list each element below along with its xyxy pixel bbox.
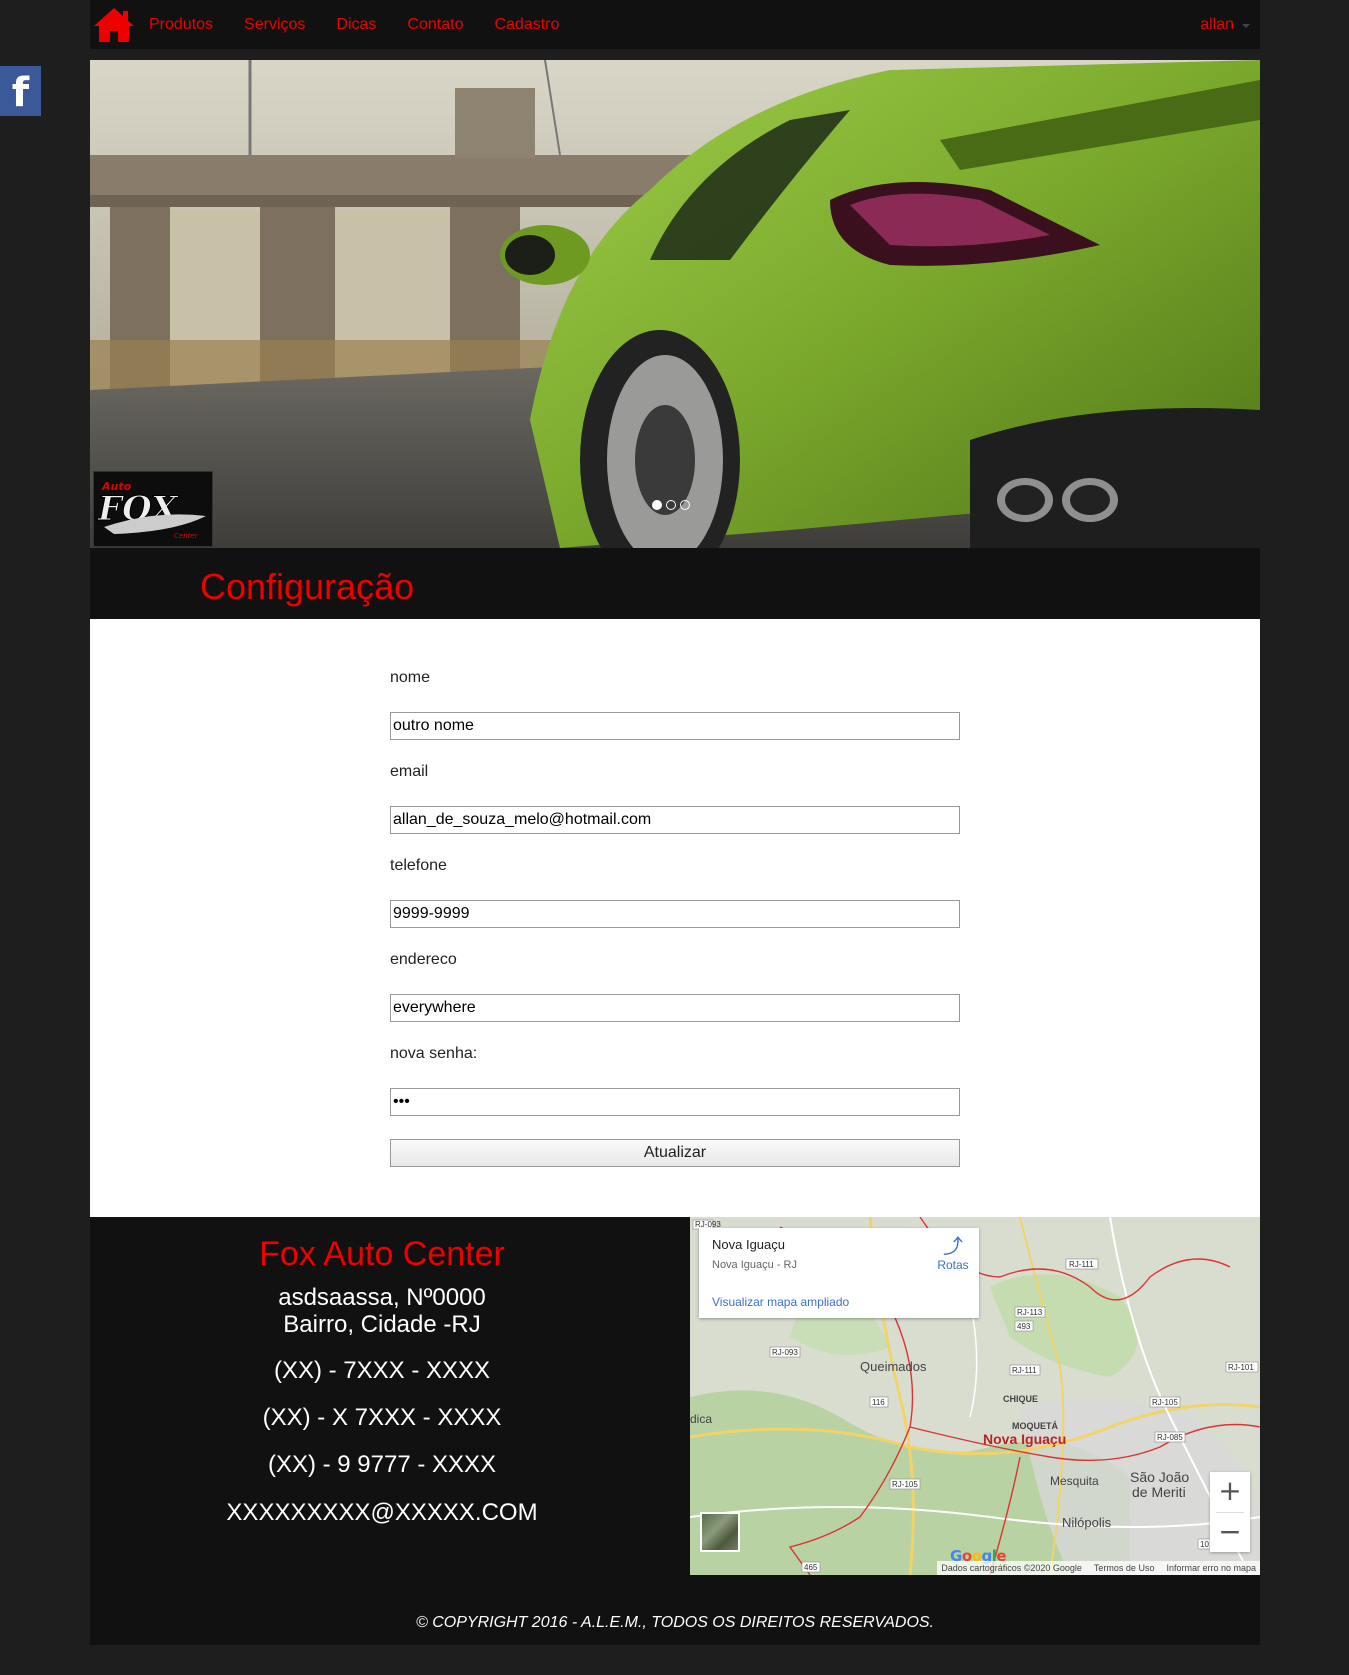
svg-text:São João: São João bbox=[1130, 1469, 1189, 1485]
zoom-in-button[interactable]: + bbox=[1210, 1472, 1250, 1512]
copyright: © COPYRIGHT 2016 - A.L.E.M., TODOS OS DI… bbox=[416, 1614, 934, 1631]
navbar: Produtos Serviços Dicas Contato Cadastro… bbox=[90, 0, 1260, 49]
telefone-field[interactable] bbox=[390, 900, 960, 928]
page-title: Configuração bbox=[200, 566, 415, 607]
footer: Fox Auto Center asdsaassa, Nº0000 Bairro… bbox=[90, 1217, 1260, 1645]
facebook-icon[interactable]: f bbox=[0, 66, 41, 116]
field-label-nome: nome bbox=[390, 669, 431, 686]
svg-text:Nilópolis: Nilópolis bbox=[1062, 1515, 1112, 1530]
hero-carousel[interactable]: Auto FOX Center bbox=[90, 60, 1260, 548]
svg-text:RJ-105: RJ-105 bbox=[1152, 1398, 1178, 1407]
svg-text:RJ-111: RJ-111 bbox=[1069, 1260, 1094, 1269]
field-label-email: email bbox=[390, 763, 429, 780]
svg-text:116: 116 bbox=[872, 1398, 885, 1407]
directions-label: Rotas bbox=[937, 1258, 969, 1272]
endereco-field[interactable] bbox=[390, 994, 960, 1022]
terms-link[interactable]: Termos de Uso bbox=[1094, 1561, 1155, 1575]
svg-text:RJ-113: RJ-113 bbox=[1017, 1308, 1043, 1317]
settings-form: nome email telefone endereco nova senha:… bbox=[90, 619, 1260, 1217]
embedded-map[interactable]: RJ-093 RJ-111 RJ-113 493 RJ-093 RJ-111 R… bbox=[690, 1217, 1260, 1575]
nav-link-cadastro[interactable]: Cadastro bbox=[494, 16, 559, 34]
chevron-down-icon bbox=[1242, 23, 1250, 28]
svg-text:RJ-101: RJ-101 bbox=[1228, 1363, 1254, 1372]
svg-text:Queimados: Queimados bbox=[860, 1359, 927, 1374]
zoom-out-button[interactable]: − bbox=[1210, 1513, 1250, 1553]
field-label-nova-senha: nova senha: bbox=[390, 1045, 478, 1062]
page-wrapper: Produtos Serviços Dicas Contato Cadastro… bbox=[90, 0, 1260, 1645]
hero-car-image bbox=[90, 60, 1260, 548]
map-attribution: Dados cartográficos ©2020 Google Termos … bbox=[937, 1561, 1260, 1575]
address: asdsaassa, Nº0000 Bairro, Cidade -RJ bbox=[90, 1284, 674, 1338]
carousel-dot[interactable] bbox=[666, 500, 676, 510]
nav-link-contato[interactable]: Contato bbox=[407, 16, 463, 34]
home-icon[interactable] bbox=[92, 6, 136, 44]
view-larger-map-link[interactable]: Visualizar mapa ampliado bbox=[712, 1295, 849, 1309]
carousel-dot[interactable] bbox=[680, 500, 690, 510]
directions-button[interactable]: ⤴ Rotas bbox=[929, 1236, 977, 1272]
svg-text:de Meriti: de Meriti bbox=[1132, 1484, 1186, 1500]
field-label-endereco: endereco bbox=[390, 951, 457, 968]
nav-link-dicas[interactable]: Dicas bbox=[336, 16, 376, 34]
fox-auto-center-logo: Auto FOX Center bbox=[93, 471, 213, 547]
nav-link-produtos[interactable]: Produtos bbox=[149, 16, 213, 34]
phone-2: (XX) - X 7XXX - XXXX bbox=[262, 1404, 502, 1431]
map-data-credit: Dados cartográficos ©2020 Google bbox=[941, 1563, 1082, 1573]
carousel-dot[interactable] bbox=[652, 500, 662, 510]
report-error-link[interactable]: Informar erro no mapa bbox=[1166, 1561, 1256, 1575]
svg-text:Center: Center bbox=[174, 532, 199, 540]
svg-text:493: 493 bbox=[1017, 1322, 1031, 1331]
svg-text:MOQUETÁ: MOQUETÁ bbox=[1012, 1421, 1058, 1431]
carousel-indicators bbox=[652, 500, 690, 510]
map-place-subtitle: Nova Iguaçu - RJ bbox=[712, 1259, 797, 1271]
svg-text:CHIQUE: CHIQUE bbox=[1003, 1394, 1038, 1404]
contact-email: XXXXXXXXX@XXXXX.COM bbox=[226, 1499, 538, 1526]
svg-text:Nova Iguaçu: Nova Iguaçu bbox=[983, 1431, 1066, 1447]
satellite-view-toggle[interactable] bbox=[700, 1512, 740, 1552]
svg-text:RJ-093: RJ-093 bbox=[772, 1348, 798, 1357]
nome-field[interactable] bbox=[390, 712, 960, 740]
map-zoom-control: + − bbox=[1210, 1472, 1250, 1552]
company-name: Fox Auto Center bbox=[259, 1235, 505, 1273]
svg-text:dica: dica bbox=[690, 1412, 712, 1426]
nav-link-servicos[interactable]: Serviços bbox=[244, 16, 305, 34]
field-label-telefone: telefone bbox=[390, 857, 447, 874]
svg-text:465: 465 bbox=[804, 1563, 818, 1572]
user-menu[interactable]: allan bbox=[1200, 0, 1250, 49]
svg-text:RJ-105: RJ-105 bbox=[892, 1480, 918, 1489]
directions-icon: ⤴ bbox=[943, 1236, 963, 1258]
svg-text:RJ-085: RJ-085 bbox=[1157, 1433, 1183, 1442]
email-field[interactable] bbox=[390, 806, 960, 834]
phone-1: (XX) - 7XXX - XXXX bbox=[273, 1357, 491, 1384]
title-bar: Configuração bbox=[90, 548, 1260, 619]
svg-text:RJ-111: RJ-111 bbox=[1012, 1366, 1037, 1375]
map-place-title: Nova Iguaçu bbox=[712, 1237, 785, 1252]
company-info: Fox Auto Center asdsaassa, Nº0000 Bairro… bbox=[90, 1217, 674, 1527]
address-line-1: asdsaassa, Nº0000 bbox=[278, 1284, 486, 1311]
address-line-2: Bairro, Cidade -RJ bbox=[283, 1311, 481, 1338]
update-button[interactable]: Atualizar bbox=[390, 1139, 960, 1167]
svg-text:Mesquita: Mesquita bbox=[1050, 1474, 1099, 1488]
phone-3: (XX) - 9 9777 - XXXX bbox=[267, 1451, 497, 1478]
user-name: allan bbox=[1200, 15, 1234, 33]
map-place-card: Nova Iguaçu Nova Iguaçu - RJ Visualizar … bbox=[699, 1228, 979, 1318]
password-field[interactable] bbox=[390, 1088, 960, 1116]
